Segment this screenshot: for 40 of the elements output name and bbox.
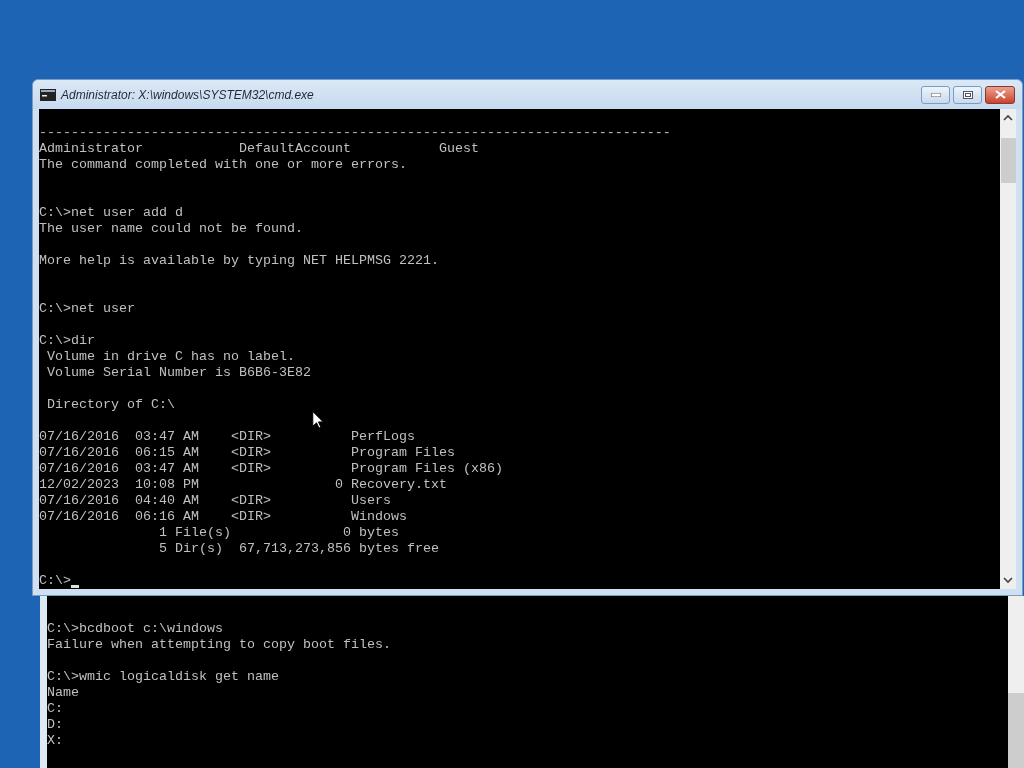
scrollbar-thumb[interactable] [1008, 693, 1024, 768]
console-line: C:\>net user add d [39, 205, 183, 221]
scrollbar[interactable] [1008, 596, 1024, 768]
console-line: C:\>bcdboot c:\windows [47, 621, 223, 637]
maximize-icon [962, 90, 973, 99]
console-line: C:\>net user [39, 301, 135, 317]
console-line: Volume Serial Number is B6B6-3E82 [46, 365, 311, 381]
console-line: C:\>wmic logicaldisk get name [47, 669, 279, 685]
console-icon [40, 88, 56, 101]
console-line: 5 Dir(s) 67,713,273,856 bytes free [157, 541, 439, 557]
console-line: The command completed with one or more errors. [39, 157, 407, 173]
close-button[interactable] [985, 85, 1015, 104]
console-line: The user name could not be found. [39, 221, 303, 237]
text-cursor [71, 585, 79, 588]
console-line: ------------------------------------------------------------------------------- [39, 125, 671, 141]
console-line: D: [47, 717, 63, 733]
command-prompt: C:\> [39, 573, 71, 589]
console-line: 07/16/2016 06:15 AM <DIR> Program Files [39, 445, 455, 461]
console-line: X: [47, 733, 63, 749]
minimize-icon [930, 92, 941, 97]
mouse-pointer-icon [312, 411, 324, 429]
console-line: 07/16/2016 06:16 AM <DIR> Windows [39, 509, 407, 525]
console-line: Administrator DefaultAccount Guest [39, 141, 479, 157]
console-line: C: [47, 701, 63, 717]
maximize-button[interactable] [953, 85, 982, 104]
console-line: 07/16/2016 04:40 AM <DIR> Users [39, 493, 391, 509]
console-line: 07/16/2016 03:47 AM <DIR> PerfLogs [39, 429, 415, 445]
console-line: Failure when attempting to copy boot files. [47, 637, 391, 653]
scrollbar-thumb[interactable] [1000, 138, 1016, 183]
console-line: Volume in drive C has no label. [46, 349, 295, 365]
console-line: More help is available by typing NET HELPMSG 2221. [39, 253, 439, 269]
console-line: Directory of C:\ [46, 397, 175, 413]
console-line: Name [47, 685, 79, 701]
console-line: 07/16/2016 03:47 AM <DIR> Program Files (x86) [39, 461, 503, 477]
console-line: 12/02/2023 10:08 PM 0 Recovery.txt [39, 477, 447, 493]
console-line: 1 File(s) 0 bytes [157, 525, 399, 541]
scrollbar[interactable] [1000, 109, 1016, 589]
console-line: C:\>dir [39, 333, 95, 349]
close-icon [994, 90, 1006, 99]
window-title: Administrator: X:\windows\SYSTEM32\cmd.exe [61, 86, 314, 104]
